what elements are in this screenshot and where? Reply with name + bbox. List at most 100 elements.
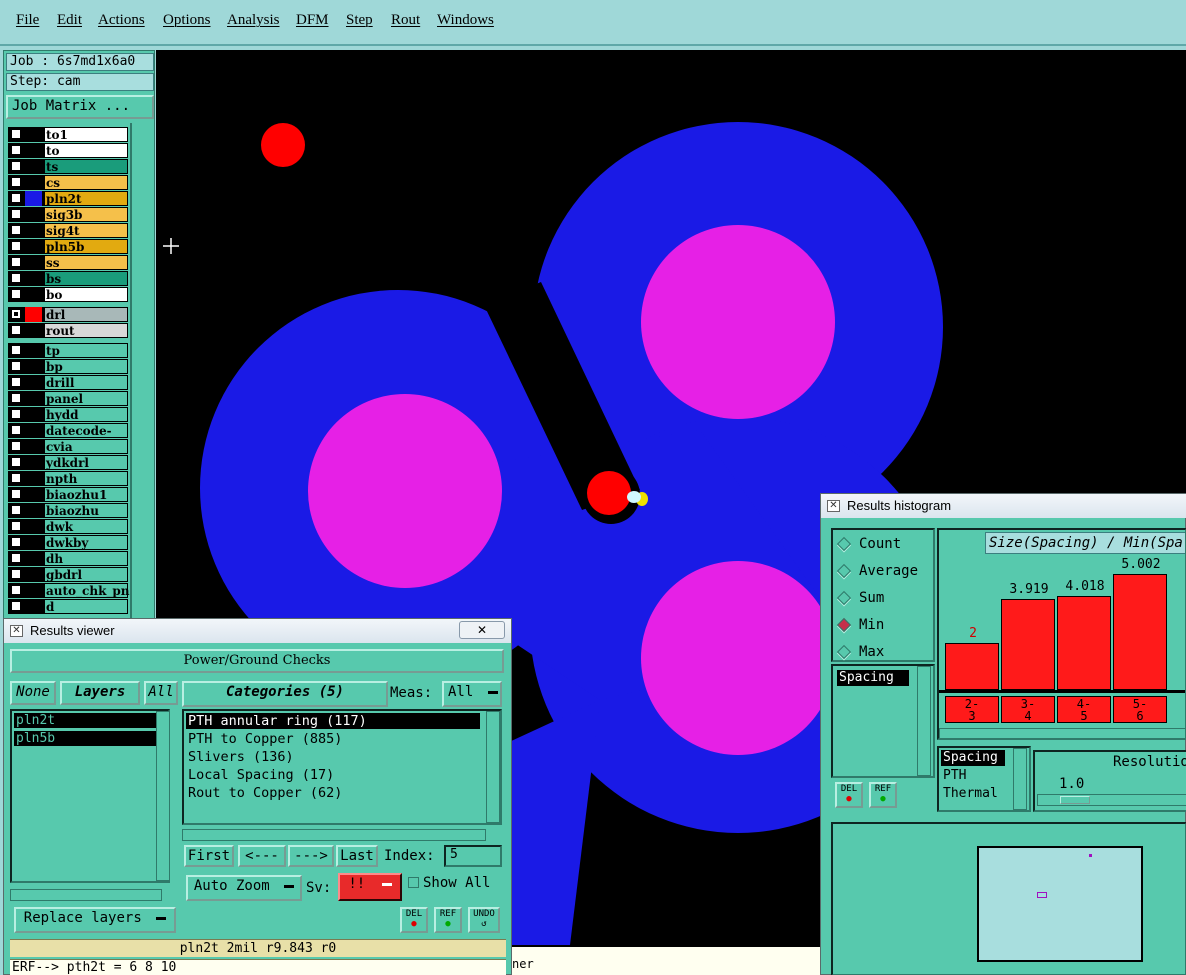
layer-checkbox[interactable] [11,601,21,611]
layer-name[interactable]: hydd [44,407,128,422]
results-viewer-titlebar[interactable]: ✕ Results viewer ✕ [4,619,511,643]
layer-color-swatch[interactable] [25,255,42,270]
histogram-bar[interactable] [945,643,999,690]
layer-checkbox[interactable] [11,361,21,371]
layer-checkbox[interactable] [11,177,21,187]
layer-name[interactable]: biaozhu1 [44,487,128,502]
layer-checkbox[interactable] [11,309,21,319]
layer-name[interactable]: cs [44,175,128,190]
layer-row-dwk[interactable]: dwk [8,519,128,534]
layers-list-scrollbar[interactable] [156,711,170,881]
layer-checkbox[interactable] [11,325,21,335]
layer-name[interactable]: panel [44,391,128,406]
layer-color-swatch[interactable] [25,287,42,302]
layer-checkbox[interactable] [11,569,21,579]
layer-checkbox[interactable] [11,553,21,563]
layer-color-swatch[interactable] [25,271,42,286]
layer-name[interactable]: tp [44,343,128,358]
layer-row-d[interactable]: d [8,599,128,614]
layer-name[interactable]: ts [44,159,128,174]
layer-color-swatch[interactable] [25,519,42,534]
layer-name[interactable]: ss [44,255,128,270]
close-icon[interactable]: ✕ [459,621,505,639]
menu-windows[interactable]: Windows [437,12,494,29]
layer-row-tp[interactable]: tp [8,343,128,358]
layer-row-bp[interactable]: bp [8,359,128,374]
layer-name[interactable]: drl [44,307,128,322]
layer-checkbox[interactable] [11,129,21,139]
layer-row-npth[interactable]: npth [8,471,128,486]
layer-checkbox[interactable] [11,585,21,595]
layer-checkbox[interactable] [11,161,21,171]
layer-checkbox[interactable] [11,209,21,219]
layer-row-ts[interactable]: ts [8,159,128,174]
histogram-bin-label[interactable]: 3- 4 [1001,696,1055,723]
layer-color-swatch[interactable] [25,359,42,374]
layer-name[interactable]: ydkdrl [44,455,128,470]
all-button[interactable]: All [144,681,178,705]
layer-color-swatch[interactable] [25,159,42,174]
menu-rout[interactable]: Rout [391,12,420,29]
layer-color-swatch[interactable] [25,535,42,550]
severity-dropdown[interactable]: !! [338,873,402,901]
layer-checkbox[interactable] [11,345,21,355]
layer-row-to1[interactable]: to1 [8,127,128,142]
type-thermal[interactable]: Thermal [943,786,998,802]
index-input[interactable]: 5 [444,845,502,867]
layer-name[interactable]: drill [44,375,128,390]
layer-name[interactable]: bs [44,271,128,286]
replace-layers-dropdown[interactable]: Replace layers [14,907,176,933]
layer-row-rout[interactable]: rout [8,323,128,338]
layer-checkbox[interactable] [11,289,21,299]
layers-list-hscroll[interactable] [10,889,162,901]
overview-map[interactable] [977,846,1143,962]
layer-name[interactable]: cvia [44,439,128,454]
menu-file[interactable]: File [16,12,39,29]
histogram-type-list[interactable]: Spacing [831,664,935,778]
layer-color-swatch[interactable] [25,175,42,190]
layer-color-swatch[interactable] [25,503,42,518]
layer-color-swatch[interactable] [25,343,42,358]
layer-checkbox[interactable] [11,409,21,419]
layer-checkbox[interactable] [11,441,21,451]
last-button[interactable]: Last [336,845,378,867]
layer-checkbox[interactable] [11,425,21,435]
layer-row-bs[interactable]: bs [8,271,128,286]
menu-actions[interactable]: Actions [98,12,145,29]
layer-color-swatch[interactable] [25,375,42,390]
layer-row-hydd[interactable]: hydd [8,407,128,422]
layer-color-swatch[interactable] [25,239,42,254]
layer-row-biaozhu[interactable]: biaozhu [8,503,128,518]
layer-checkbox[interactable] [11,457,21,467]
layer-color-swatch[interactable] [25,487,42,502]
layer-name[interactable]: auto_chk_pn [44,583,130,598]
layer-checkbox[interactable] [11,377,21,387]
layers-list[interactable]: pln2t pln5b [10,709,170,883]
layer-color-swatch[interactable] [25,471,42,486]
histogram-bin-label[interactable]: 2- 3 [945,696,999,723]
hist-ref-button[interactable]: REF ● [869,782,897,808]
layer-item-pln5b[interactable]: pln5b [14,731,156,746]
mode-count-radio[interactable]: Count [833,534,923,554]
layer-name[interactable]: dwkby [44,535,128,550]
layer-item-pln2t[interactable]: pln2t [14,713,156,728]
layer-row-panel[interactable]: panel [8,391,128,406]
show-all-checkbox[interactable] [408,877,419,888]
mode-sum-radio[interactable]: Sum [833,588,923,608]
type-pth[interactable]: PTH [943,768,966,784]
layer-color-swatch[interactable] [25,551,42,566]
histogram-bin-label[interactable]: 5- 6 [1113,696,1167,723]
layer-color-swatch[interactable] [25,599,42,614]
histogram-bin-label[interactable]: 4- 5 [1057,696,1111,723]
layer-name[interactable]: bp [44,359,128,374]
layer-row-auto-chk-pn[interactable]: auto_chk_pn [8,583,130,598]
layer-name[interactable]: bo [44,287,128,302]
layer-color-swatch[interactable] [25,323,42,338]
menu-analysis[interactable]: Analysis [227,12,280,29]
layer-color-swatch[interactable] [25,307,42,322]
category-type-list[interactable]: Spacing PTH Thermal [937,746,1031,812]
layer-name[interactable]: to1 [44,127,128,142]
layer-color-swatch[interactable] [25,191,42,206]
category-item[interactable]: PTH to Copper (885) [188,731,342,747]
layer-color-swatch[interactable] [25,567,42,582]
